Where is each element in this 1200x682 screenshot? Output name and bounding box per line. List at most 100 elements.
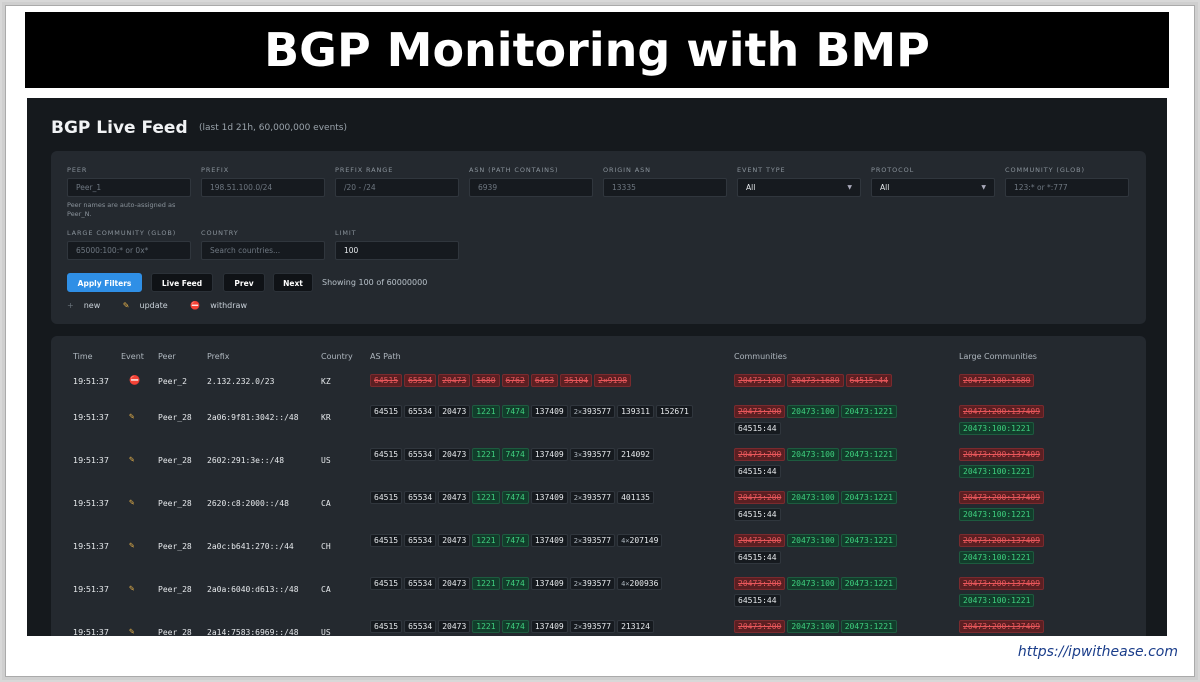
- asn-pill-value: 1680: [476, 376, 496, 385]
- asn-pill: 4×200936: [617, 577, 663, 590]
- asn-pill-value: 7474: [505, 493, 525, 502]
- community-input[interactable]: 123:* or *:777: [1005, 178, 1129, 197]
- as-path-cell: 64515 65534 20473 1221 7474 137409 2×393577 139…: [370, 405, 715, 422]
- as-path-cell: 64515 65534 20473 1221 7474 137409 2×393577 4×2…: [370, 534, 715, 551]
- asn-pill-value: 213124: [621, 622, 650, 631]
- asn-pill-value: 1221: [476, 622, 496, 631]
- asn-pill-value: 64515: [374, 376, 399, 385]
- page-subtitle: (last 1d 21h, 60,000,000 events): [199, 123, 348, 133]
- asn-pill: 65534: [404, 374, 437, 387]
- chevron-down-icon: ▼: [981, 184, 986, 191]
- large-community-pill: 20473:100:1680: [959, 374, 1035, 387]
- results-count: Showing 100 of 60000000: [322, 278, 428, 287]
- asn-pill: 7474: [501, 491, 529, 504]
- community-pill: 64515:44: [734, 422, 781, 435]
- asn-path-input[interactable]: 6939: [469, 178, 593, 197]
- cell-peer: Peer_28: [158, 499, 192, 508]
- peer-input[interactable]: Peer_1: [67, 178, 191, 197]
- asn-pill: 64515: [370, 620, 403, 633]
- community-pill: 20473:100: [787, 448, 839, 461]
- asn-pill-value: 1221: [476, 579, 496, 588]
- asn-pill-value: 65534: [408, 493, 433, 502]
- cell-peer: Peer_28: [158, 413, 192, 422]
- asn-pill-value: 137409: [534, 579, 564, 588]
- community-pill-value: 20473:1221: [844, 622, 893, 631]
- asn-pill-value: 64515: [374, 407, 399, 416]
- prepend-count: 2×: [573, 494, 583, 502]
- asn-pill-value: 20473: [442, 579, 467, 588]
- large-community-pill: 20473:100:1221: [959, 465, 1035, 478]
- asn-pill: 401135: [617, 491, 654, 504]
- asn-pill-value: 393577: [582, 493, 612, 502]
- protocol-label: PROTOCOL: [871, 166, 915, 174]
- watermark: https://ipwithease.com: [1017, 644, 1178, 660]
- asn-path-label: ASN (PATH CONTAINS): [469, 166, 559, 174]
- apply-filters-button[interactable]: Apply Filters: [67, 273, 142, 292]
- large-community-pill-value: 20473:100:1221: [963, 424, 1031, 433]
- asn-pill: 65534: [404, 620, 437, 633]
- community-pill-value: 20473:100: [791, 622, 835, 631]
- col-large-communities: Large Communities: [959, 352, 1037, 361]
- communities-cell: 20473:100 20473:1680 64515:44: [734, 374, 929, 391]
- asn-pill: 1221: [472, 577, 500, 590]
- protocol-select[interactable]: All ▼: [871, 178, 995, 197]
- asn-pill-value: 137409: [534, 622, 564, 631]
- large-community-pill: 20473:200:137409: [959, 448, 1045, 461]
- community-pill: 64515:44: [734, 551, 781, 564]
- as-path-cell: 64515 65534 20473 1221 7474 137409 2×393577 401…: [370, 491, 715, 508]
- col-as-path: AS Path: [370, 352, 401, 361]
- asn-pill-value: 7474: [505, 579, 525, 588]
- communities-cell: 20473:200 20473:100 20473:1221 64515:44: [734, 534, 929, 568]
- prepend-count: 2×: [573, 623, 583, 631]
- country-input[interactable]: Search countries...: [201, 241, 325, 260]
- asn-pill-value: 393577: [582, 450, 612, 459]
- asn-pill: 2×393577: [569, 534, 616, 547]
- asn-pill-value: 20473: [442, 622, 467, 631]
- large-communities-cell: 20473:100:1680: [959, 374, 1064, 391]
- community-pill: 20473:1680: [787, 374, 844, 387]
- event-type-select[interactable]: All ▼: [737, 178, 861, 197]
- asn-pill: 4×207149: [617, 534, 663, 547]
- limit-input[interactable]: 100: [335, 241, 459, 260]
- asn-pill: 1680: [472, 374, 500, 387]
- asn-pill-value: 1221: [476, 493, 496, 502]
- asn-pill: 65534: [404, 405, 437, 418]
- community-pill-value: 20473:200: [738, 450, 782, 459]
- large-community-pill-value: 20473:100:1680: [963, 376, 1031, 385]
- asn-pill: 20473: [438, 405, 471, 418]
- prefix-range-input[interactable]: /20 - /24: [335, 178, 459, 197]
- live-feed-button[interactable]: Live Feed: [151, 273, 213, 292]
- community-pill: 20473:100: [787, 491, 839, 504]
- asn-pill-value: 64515: [374, 450, 399, 459]
- prefix-input[interactable]: 198.51.100.0/24: [201, 178, 325, 197]
- community-pill-value: 20473:200: [738, 622, 782, 631]
- pencil-icon: ✎: [129, 455, 135, 465]
- large-community-pill: 20473:200:137409: [959, 577, 1045, 590]
- prev-button[interactable]: Prev: [223, 273, 265, 292]
- cell-prefix: 2.132.232.0/23: [207, 377, 275, 386]
- plus-icon: +: [67, 301, 74, 310]
- community-pill: 20473:200: [734, 405, 786, 418]
- large-community-input[interactable]: 65000:100:* or 0x*: [67, 241, 191, 260]
- asn-pill-value: 214092: [621, 450, 650, 459]
- asn-pill-value: 65534: [408, 622, 433, 631]
- cell-country: KR: [321, 413, 331, 422]
- origin-asn-input[interactable]: 13335: [603, 178, 727, 197]
- community-pill: 20473:1221: [840, 577, 897, 590]
- asn-pill-value: 393577: [582, 536, 612, 545]
- community-pill-value: 20473:100: [791, 536, 835, 545]
- community-pill: 20473:100: [787, 534, 839, 547]
- community-pill-value: 20473:100: [791, 450, 835, 459]
- origin-asn-label: ORIGIN ASN: [603, 166, 651, 174]
- limit-label: LIMIT: [335, 229, 357, 237]
- legend-withdraw-label: withdraw: [210, 301, 247, 310]
- large-community-pill-value: 20473:100:1221: [963, 467, 1031, 476]
- asn-pill: 64515: [370, 491, 403, 504]
- next-button[interactable]: Next: [273, 273, 313, 292]
- community-pill-value: 20473:200: [738, 407, 782, 416]
- asn-pill-value: 6453: [534, 376, 555, 385]
- banner-title: BGP Monitoring with BMP: [25, 12, 1169, 88]
- asn-pill-value: 35104: [564, 376, 589, 385]
- large-community-pill: 20473:100:1221: [959, 551, 1035, 564]
- cell-country: US: [321, 628, 331, 636]
